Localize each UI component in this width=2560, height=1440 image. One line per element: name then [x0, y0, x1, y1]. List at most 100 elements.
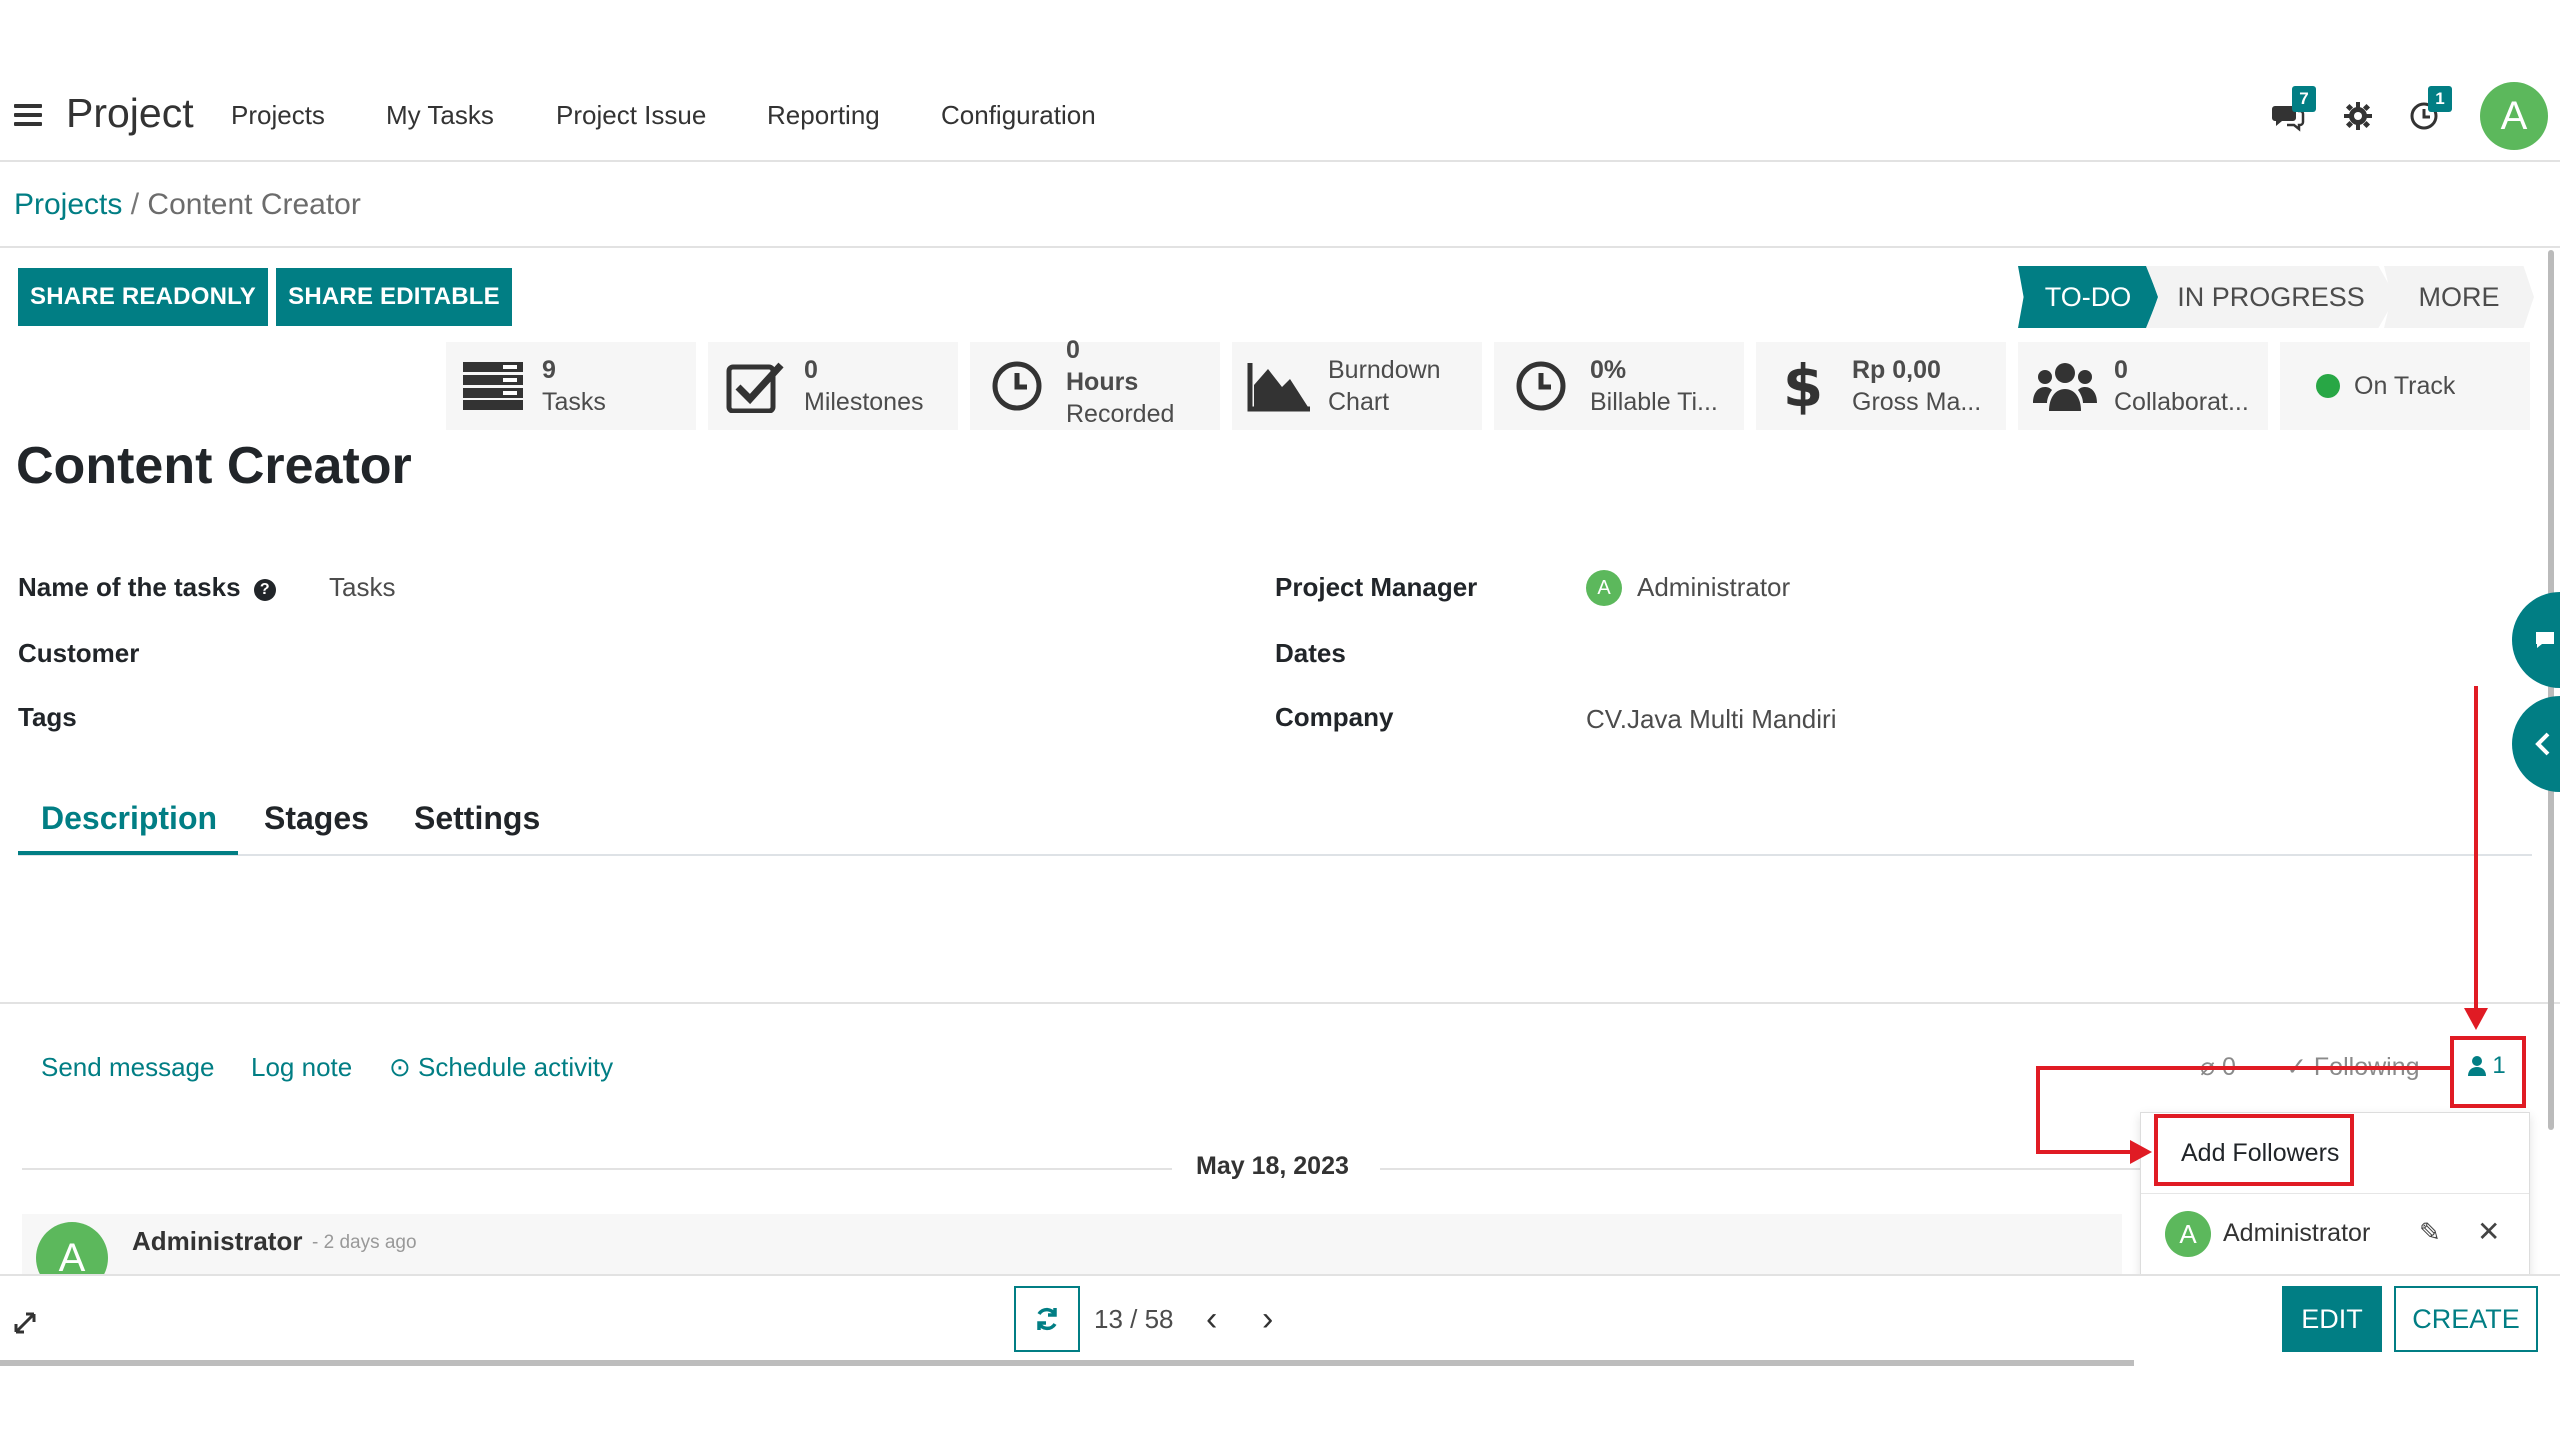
menu-toggle-icon[interactable]: [14, 104, 42, 126]
message-time: - 2 days ago: [312, 1232, 417, 1253]
stat-milestones[interactable]: 0 Milestones: [708, 342, 958, 430]
tags-label: Tags: [18, 702, 77, 732]
annotation-arrow-line-horizontal: [2036, 1066, 2452, 1070]
follower-name[interactable]: Administrator: [2223, 1219, 2370, 1248]
create-button[interactable]: CREATE: [2394, 1286, 2538, 1352]
chat-bubble-icon: [2536, 632, 2554, 648]
user-avatar[interactable]: A: [2480, 82, 2548, 150]
menu-project-issue[interactable]: Project Issue: [556, 100, 706, 131]
company-link[interactable]: CV.Java Multi Mandiri: [1586, 704, 1836, 735]
pager-previous-chevron-icon[interactable]: ‹: [1206, 1300, 1217, 1339]
hours-label-recorded: Recorded: [1066, 400, 1175, 428]
clock-icon: ⊙: [389, 1052, 411, 1082]
stat-tasks[interactable]: 9 Tasks: [446, 342, 696, 430]
chat-side-tab[interactable]: [2512, 592, 2560, 688]
activity-clock-icon[interactable]: 1: [2402, 86, 2452, 138]
collapse-side-tab[interactable]: [2512, 696, 2560, 792]
status-dot-icon: [2316, 374, 2340, 398]
annotation-arrow-head-down: [2464, 1008, 2488, 1030]
date-separator-right: [1380, 1168, 2140, 1170]
billable-value: 0%: [1590, 356, 1627, 384]
share-editable-button[interactable]: SHARE EDITABLE: [276, 268, 512, 326]
name-of-tasks-field[interactable]: Tasks: [329, 572, 395, 603]
message-author[interactable]: Administrator: [132, 1226, 302, 1257]
project-manager-label: Project Manager: [1275, 572, 1478, 602]
sheet-divider: [0, 1002, 2560, 1004]
stage-more[interactable]: MORE: [2384, 266, 2534, 328]
dates-label: Dates: [1275, 638, 1346, 668]
follower-avatar: A: [2165, 1211, 2211, 1257]
stat-gross-margin[interactable]: $ Rp 0,00 Gross Ma...: [1756, 342, 2006, 430]
schedule-activity-button[interactable]: ⊙ Schedule activity: [389, 1052, 613, 1083]
pager-next-chevron-icon[interactable]: ›: [1262, 1300, 1273, 1339]
activities-badge: 1: [2428, 86, 2452, 112]
name-of-tasks-label: Name of the tasks ?: [18, 572, 276, 603]
annotation-followers-box: [2450, 1036, 2526, 1108]
expand-icon[interactable]: [12, 1310, 38, 1341]
gross-value: Rp 0,00: [1852, 356, 1941, 384]
edit-follower-pencil-icon[interactable]: ✎: [2419, 1217, 2441, 1248]
billable-clock-icon: [1506, 356, 1576, 416]
customer-label: Customer: [18, 638, 140, 668]
tab-description[interactable]: Description: [41, 800, 217, 837]
share-readonly-button[interactable]: SHARE READONLY: [18, 268, 268, 326]
billable-label: Billable Ti...: [1590, 388, 1718, 416]
edit-button[interactable]: EDIT: [2282, 1286, 2382, 1352]
collaborators-label: Collaborat...: [2114, 388, 2249, 416]
hours-count: 0: [1066, 336, 1080, 364]
annotation-arrow-line-vertical: [2036, 1066, 2040, 1152]
milestones-count: 0: [804, 356, 818, 384]
stat-project-status[interactable]: On Track: [2280, 342, 2530, 430]
burndown-label-chart: Chart: [1328, 388, 1390, 416]
collaborators-users-icon: [2030, 356, 2100, 416]
control-panel-divider: [0, 246, 2560, 248]
menu-configuration[interactable]: Configuration: [941, 100, 1096, 131]
hours-label: Hours: [1066, 368, 1139, 396]
top-navbar: Project Projects My Tasks Project Issue …: [0, 0, 2560, 162]
dropdown-divider: [2141, 1193, 2529, 1194]
breadcrumb-current: Content Creator: [147, 188, 361, 221]
milestones-check-icon: [720, 356, 790, 416]
annotation-arrow-line-to-add: [2036, 1150, 2136, 1154]
annotation-arrow-head-right: [2130, 1140, 2152, 1164]
settings-gear-icon[interactable]: [2336, 94, 2380, 138]
bottom-bar: [0, 1274, 2560, 1364]
stat-billable-time[interactable]: 0% Billable Ti...: [1494, 342, 1744, 430]
stage-todo[interactable]: TO-DO: [2018, 266, 2158, 328]
tasks-count: 9: [542, 356, 556, 384]
gross-label: Gross Ma...: [1852, 388, 1982, 416]
app-title[interactable]: Project: [66, 90, 194, 137]
project-manager-field[interactable]: Administrator: [1637, 572, 1790, 603]
log-note-button[interactable]: Log note: [251, 1052, 352, 1083]
tasks-label: Tasks: [542, 388, 606, 416]
stage-in-progress[interactable]: IN PROGRESS: [2146, 266, 2396, 328]
stat-collaborators[interactable]: 0 Collaborat...: [2018, 342, 2268, 430]
milestones-label: Milestones: [804, 388, 924, 416]
messages-icon[interactable]: 7: [2266, 86, 2316, 138]
reload-button[interactable]: [1014, 1286, 1080, 1352]
tab-stages[interactable]: Stages: [264, 800, 369, 837]
date-separator-left: [22, 1168, 1172, 1170]
breadcrumb-projects-link[interactable]: Projects: [14, 188, 122, 221]
menu-reporting[interactable]: Reporting: [767, 100, 880, 131]
help-question-icon[interactable]: ?: [253, 579, 276, 601]
tab-settings[interactable]: Settings: [414, 800, 540, 837]
company-label: Company: [1275, 702, 1394, 732]
stat-hours-recorded[interactable]: 0 Hours Recorded: [970, 336, 1220, 430]
record-title: Content Creator: [16, 437, 412, 495]
remove-follower-close-icon[interactable]: ✕: [2477, 1215, 2500, 1248]
dollar-icon: $: [1768, 356, 1838, 416]
pager-value[interactable]: 13 / 58: [1094, 1304, 1174, 1335]
menu-my-tasks[interactable]: My Tasks: [386, 100, 494, 131]
date-separator-label: May 18, 2023: [1196, 1152, 1349, 1180]
horizontal-scrollbar[interactable]: [0, 1360, 2134, 1366]
chevron-left-icon: [2535, 732, 2550, 756]
menu-projects[interactable]: Projects: [231, 100, 325, 131]
manager-avatar: A: [1586, 570, 1622, 606]
scrollbar[interactable]: [2548, 250, 2554, 1130]
stat-burndown-chart[interactable]: Burndown Chart: [1232, 342, 1482, 430]
svg-text:$: $: [1783, 356, 1823, 416]
collaborators-count: 0: [2114, 356, 2128, 384]
tabs-divider: [18, 854, 2532, 856]
send-message-button[interactable]: Send message: [41, 1052, 214, 1083]
